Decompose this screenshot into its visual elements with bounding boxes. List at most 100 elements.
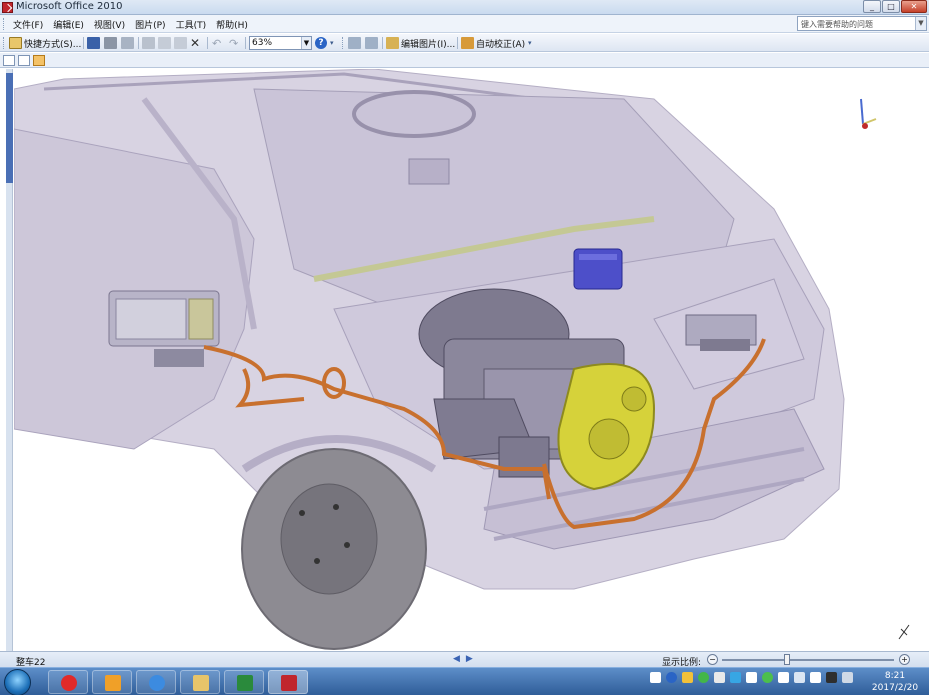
image-canvas xyxy=(0,69,929,651)
toolbar-grip[interactable] xyxy=(342,37,345,49)
menu-tools[interactable]: 工具(T) xyxy=(173,18,210,31)
zoom-out-button[interactable]: − xyxy=(707,654,718,665)
toolbar-separator xyxy=(207,37,208,49)
toolbar-separator xyxy=(245,37,246,49)
cat-icon[interactable] xyxy=(826,672,837,683)
redo-button[interactable]: ↷ xyxy=(229,36,238,50)
guard-icon[interactable] xyxy=(778,672,789,683)
paste-icon xyxy=(174,37,187,49)
zoom-in-button[interactable]: + xyxy=(899,654,910,665)
windows-taskbar: 8:21 2017/2/20 xyxy=(0,667,929,695)
thumbnail-view-button[interactable] xyxy=(3,55,15,66)
security-icon[interactable] xyxy=(714,672,725,683)
toolbar-separator xyxy=(138,37,139,49)
filmstrip-view-button[interactable] xyxy=(18,55,30,66)
menu-file[interactable]: 文件(F) xyxy=(10,18,46,31)
scrollbar-thumb[interactable] xyxy=(6,73,13,183)
clock-date: 2017/2/20 xyxy=(871,683,919,693)
minimize-button[interactable]: _ xyxy=(863,0,881,13)
toolbar-separator xyxy=(382,37,383,49)
picture-manager-icon xyxy=(281,675,297,691)
edit-picture-button[interactable]: 编辑图片(I)... xyxy=(386,36,455,50)
toolbar-options-button[interactable]: ▾ xyxy=(528,36,532,50)
display-icon[interactable] xyxy=(842,672,853,683)
flag-icon[interactable] xyxy=(746,672,757,683)
next-arrow-icon[interactable]: ▶ xyxy=(466,654,473,664)
network-icon[interactable] xyxy=(794,672,805,683)
taskbar-app-explorer[interactable] xyxy=(180,670,220,694)
window-title: Microsoft Office 2010 xyxy=(16,1,123,12)
network-app-icon[interactable] xyxy=(730,672,741,683)
taskbar-app-ie[interactable] xyxy=(136,670,176,694)
input-method-icon[interactable] xyxy=(762,672,773,683)
taskbar-app-antivirus[interactable] xyxy=(48,670,88,694)
single-view-button[interactable] xyxy=(33,55,45,66)
restore-button[interactable]: □ xyxy=(882,0,900,13)
rotate-left-button[interactable] xyxy=(348,36,361,50)
print-icon xyxy=(104,37,117,49)
window-controls: _ □ ✕ xyxy=(863,0,927,14)
rotate-right-icon xyxy=(365,37,378,49)
help-button[interactable]: ? xyxy=(315,36,327,50)
undo-button[interactable]: ↶ xyxy=(212,36,221,50)
toolbar-options-icon: ▾ xyxy=(330,39,334,47)
zoom-slider-thumb[interactable] xyxy=(784,654,791,665)
save-button[interactable] xyxy=(87,36,100,50)
auto-correct-button[interactable]: 自动校正(A) xyxy=(461,36,525,50)
wechat-icon[interactable] xyxy=(698,672,709,683)
taskbar-app-media-player[interactable] xyxy=(92,670,132,694)
shield-icon[interactable] xyxy=(682,672,693,683)
paste-button[interactable] xyxy=(174,36,187,50)
chevron-down-icon[interactable]: ▼ xyxy=(915,17,926,30)
menu-grip[interactable] xyxy=(3,18,6,30)
taskbar-app-picture-manager[interactable] xyxy=(268,670,308,694)
help-search-input[interactable]: 键入需要帮助的问题 ▼ xyxy=(797,16,927,31)
language-icon[interactable] xyxy=(650,672,661,683)
taskbar-app-excel[interactable] xyxy=(224,670,264,694)
rotate-right-button[interactable] xyxy=(365,36,378,50)
menu-view[interactable]: 视图(V) xyxy=(91,18,128,31)
axis-triad xyxy=(860,98,877,129)
zoom-select[interactable]: 63% ▼ xyxy=(249,36,312,50)
system-clock[interactable]: 8:21 2017/2/20 xyxy=(866,670,924,694)
volume-icon[interactable] xyxy=(810,672,821,683)
close-button[interactable]: ✕ xyxy=(901,0,927,13)
status-bar: 整车22 ◀ ▶ 显示比例: − + xyxy=(0,651,929,668)
app-icon xyxy=(2,2,13,13)
menu-bar: 文件(F) 编辑(E) 视图(V) 图片(P) 工具(T) 帮助(H) xyxy=(0,15,929,33)
copy-button[interactable] xyxy=(158,36,171,50)
start-button[interactable] xyxy=(4,669,31,695)
antivirus-icon xyxy=(61,675,77,691)
help-icon[interactable] xyxy=(666,672,677,683)
toolbar-grip[interactable] xyxy=(3,37,6,49)
vertical-scrollbar[interactable] xyxy=(6,69,13,651)
folder-icon xyxy=(193,675,209,691)
zoom-slider-track[interactable] xyxy=(722,659,894,661)
print-button[interactable] xyxy=(104,36,117,50)
media-player-icon xyxy=(105,675,121,691)
rotate-left-icon xyxy=(348,37,361,49)
auto-correct-label: 自动校正(A) xyxy=(476,39,526,50)
menu-picture[interactable]: 图片(P) xyxy=(132,18,168,31)
previous-arrow-icon[interactable]: ◀ xyxy=(453,654,460,664)
clock-time: 8:21 xyxy=(884,671,906,681)
system-tray xyxy=(650,672,853,683)
print-preview-button[interactable] xyxy=(121,36,134,50)
toolbar-separator xyxy=(83,37,84,49)
shortcut-button[interactable]: 快捷方式(S)... xyxy=(9,36,81,50)
menu-help[interactable]: 帮助(H) xyxy=(213,18,251,31)
internet-explorer-icon xyxy=(149,675,165,691)
chevron-down-icon[interactable]: ▼ xyxy=(301,37,311,49)
standard-toolbar: 快捷方式(S)... ✕ ↶ ↷ 63% ▼ ? ▾ 编辑图片(I)... 自动… xyxy=(0,34,929,52)
delete-button[interactable]: ✕ xyxy=(190,36,200,50)
excel-icon xyxy=(237,675,253,691)
save-icon xyxy=(87,37,100,49)
cut-button[interactable] xyxy=(142,36,155,50)
image-navigation: ◀ ▶ xyxy=(453,654,473,664)
menu-edit[interactable]: 编辑(E) xyxy=(50,18,87,31)
copy-icon xyxy=(158,37,171,49)
edit-picture-label: 编辑图片(I)... xyxy=(401,39,456,50)
zoom-value: 63% xyxy=(252,38,273,48)
toolbar-options-button[interactable]: ▾ xyxy=(330,36,334,50)
shortcut-icon xyxy=(9,37,22,49)
